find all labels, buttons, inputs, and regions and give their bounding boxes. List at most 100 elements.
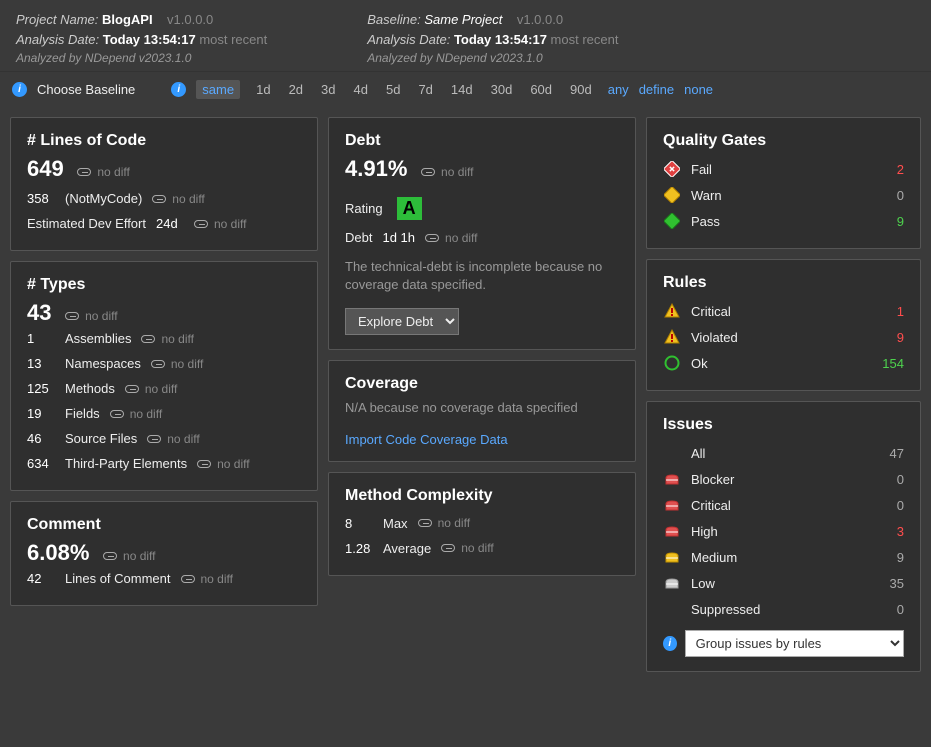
rule-row[interactable]: Violated 9 — [663, 324, 904, 350]
coverage-note: N/A because no coverage data specified — [345, 399, 619, 417]
issue-row[interactable]: Suppressed 0 — [663, 596, 904, 622]
no-diff: no diff — [194, 217, 246, 231]
issue-value[interactable]: 3 — [880, 524, 904, 539]
baseline-opt-60d[interactable]: 60d — [524, 80, 558, 99]
baseline-opt-4d[interactable]: 4d — [348, 80, 374, 99]
gate-value[interactable]: 9 — [880, 214, 904, 229]
baseline-opt-90d[interactable]: 90d — [564, 80, 598, 99]
types-row: 125 Methods no diff — [27, 376, 301, 401]
comment-value[interactable]: 6.08% — [27, 540, 89, 566]
debt-value[interactable]: 4.91% — [345, 156, 407, 182]
gate-value[interactable]: 0 — [880, 188, 904, 203]
issue-value[interactable]: 0 — [880, 498, 904, 513]
types-value[interactable]: 43 — [27, 300, 51, 326]
rule-value[interactable]: 154 — [880, 356, 904, 371]
baseline-bar: i Choose Baseline i same 1d 2d 3d 4d 5d 7d 14d… — [0, 71, 931, 107]
column-2: Debt 4.91% no diff Rating A Debt 1d 1h n… — [328, 117, 636, 672]
no-diff: no diff — [147, 432, 199, 446]
complexity-max-label: Max — [383, 516, 408, 531]
gate-row[interactable]: Pass 9 — [663, 208, 904, 234]
baseline-define[interactable]: define — [639, 82, 674, 97]
info-icon[interactable]: i — [171, 82, 186, 97]
dev-effort-value[interactable]: 24d — [156, 216, 184, 231]
gate-row[interactable]: Fail 2 — [663, 156, 904, 182]
notmycode-count[interactable]: 358 — [27, 191, 55, 206]
no-diff-icon — [103, 552, 117, 560]
analysis-date-label: Analysis Date: — [16, 32, 99, 47]
issue-row[interactable]: All 47 — [663, 440, 904, 466]
no-diff-icon — [151, 360, 165, 368]
types-row: 634 Third-Party Elements no diff — [27, 451, 301, 476]
lines-of-code-value[interactable]: 649 — [27, 156, 64, 182]
baseline-version: v1.0.0.0 — [517, 12, 563, 27]
types-row-label: Fields — [65, 406, 100, 421]
baseline-none[interactable]: none — [684, 82, 713, 97]
lines-of-comment-count[interactable]: 42 — [27, 571, 55, 586]
issue-row[interactable]: Critical 0 — [663, 492, 904, 518]
rule-row[interactable]: Critical 1 — [663, 298, 904, 324]
types-row-count[interactable]: 13 — [27, 356, 55, 371]
rating-grade[interactable]: A — [397, 197, 422, 220]
complexity-panel: Method Complexity 8 Max no diff 1.28 Ave… — [328, 472, 636, 576]
info-icon[interactable]: i — [663, 636, 677, 651]
no-diff-icon — [441, 544, 455, 552]
types-row-label: Namespaces — [65, 356, 141, 371]
gate-label: Fail — [691, 162, 870, 177]
baseline-header: Baseline: Same Project v1.0.0.0 Analysis… — [367, 10, 618, 67]
baseline-analysis-date: Today 13:54:17 — [454, 32, 547, 47]
analysis-suffix: most recent — [199, 32, 267, 47]
baseline-opt-3d[interactable]: 3d — [315, 80, 341, 99]
gate-row[interactable]: Warn 0 — [663, 182, 904, 208]
baseline-opt-30d[interactable]: 30d — [485, 80, 519, 99]
baseline-opt-5d[interactable]: 5d — [380, 80, 406, 99]
rule-value[interactable]: 9 — [880, 330, 904, 345]
panel-title: Comment — [27, 516, 301, 534]
types-row-label: Assemblies — [65, 331, 131, 346]
issues-panel: Issues All 47 Blocker 0 Critical 0 High … — [646, 401, 921, 672]
issue-row[interactable]: Medium 9 — [663, 544, 904, 570]
issue-value[interactable]: 47 — [880, 446, 904, 461]
issue-value[interactable]: 35 — [880, 576, 904, 591]
types-panel: # Types 43 no diff 1 Assemblies no diff1… — [10, 261, 318, 491]
group-issues-select[interactable]: Group issues by rules — [685, 630, 904, 657]
issue-label: Suppressed — [691, 602, 870, 617]
types-row-count[interactable]: 46 — [27, 431, 55, 446]
lines-of-code-panel: # Lines of Code 649 no diff 358 (NotMyCo… — [10, 117, 318, 251]
import-coverage-link[interactable]: Import Code Coverage Data — [345, 432, 619, 447]
info-icon[interactable]: i — [12, 82, 27, 97]
types-row-count[interactable]: 1 — [27, 331, 55, 346]
types-row: 19 Fields no diff — [27, 401, 301, 426]
baseline-opt-7d[interactable]: 7d — [412, 80, 438, 99]
no-diff-icon — [425, 234, 439, 242]
rule-row[interactable]: Ok 154 — [663, 350, 904, 376]
project-header: Project Name: BlogAPI v1.0.0.0 Analysis … — [16, 10, 267, 67]
issue-value[interactable]: 0 — [880, 472, 904, 487]
no-diff: no diff — [77, 165, 129, 179]
types-row-count[interactable]: 19 — [27, 406, 55, 421]
no-diff-icon — [194, 220, 208, 228]
explore-debt-select[interactable]: Explore Debt — [345, 308, 459, 335]
no-diff: no diff — [141, 332, 193, 346]
baseline-any[interactable]: any — [608, 82, 629, 97]
panel-title: Issues — [663, 416, 904, 434]
issue-value[interactable]: 0 — [880, 602, 904, 617]
baseline-opt-2d[interactable]: 2d — [283, 80, 309, 99]
types-row-count[interactable]: 125 — [27, 381, 55, 396]
baseline-opt-14d[interactable]: 14d — [445, 80, 479, 99]
debt-time-value[interactable]: 1d 1h — [382, 230, 415, 245]
pass-icon — [663, 212, 681, 230]
no-diff-icon — [421, 168, 435, 176]
issue-row[interactable]: Blocker 0 — [663, 466, 904, 492]
issue-value[interactable]: 9 — [880, 550, 904, 565]
issue-label: All — [691, 446, 870, 461]
issue-row[interactable]: High 3 — [663, 518, 904, 544]
gate-value[interactable]: 2 — [880, 162, 904, 177]
types-row-count[interactable]: 634 — [27, 456, 55, 471]
rule-value[interactable]: 1 — [880, 304, 904, 319]
baseline-opt-1d[interactable]: 1d — [250, 80, 276, 99]
complexity-avg[interactable]: 1.28 — [345, 541, 373, 556]
issue-row[interactable]: Low 35 — [663, 570, 904, 596]
complexity-max[interactable]: 8 — [345, 516, 373, 531]
choose-baseline-button[interactable]: Choose Baseline — [37, 82, 135, 97]
baseline-same[interactable]: same — [196, 80, 240, 99]
